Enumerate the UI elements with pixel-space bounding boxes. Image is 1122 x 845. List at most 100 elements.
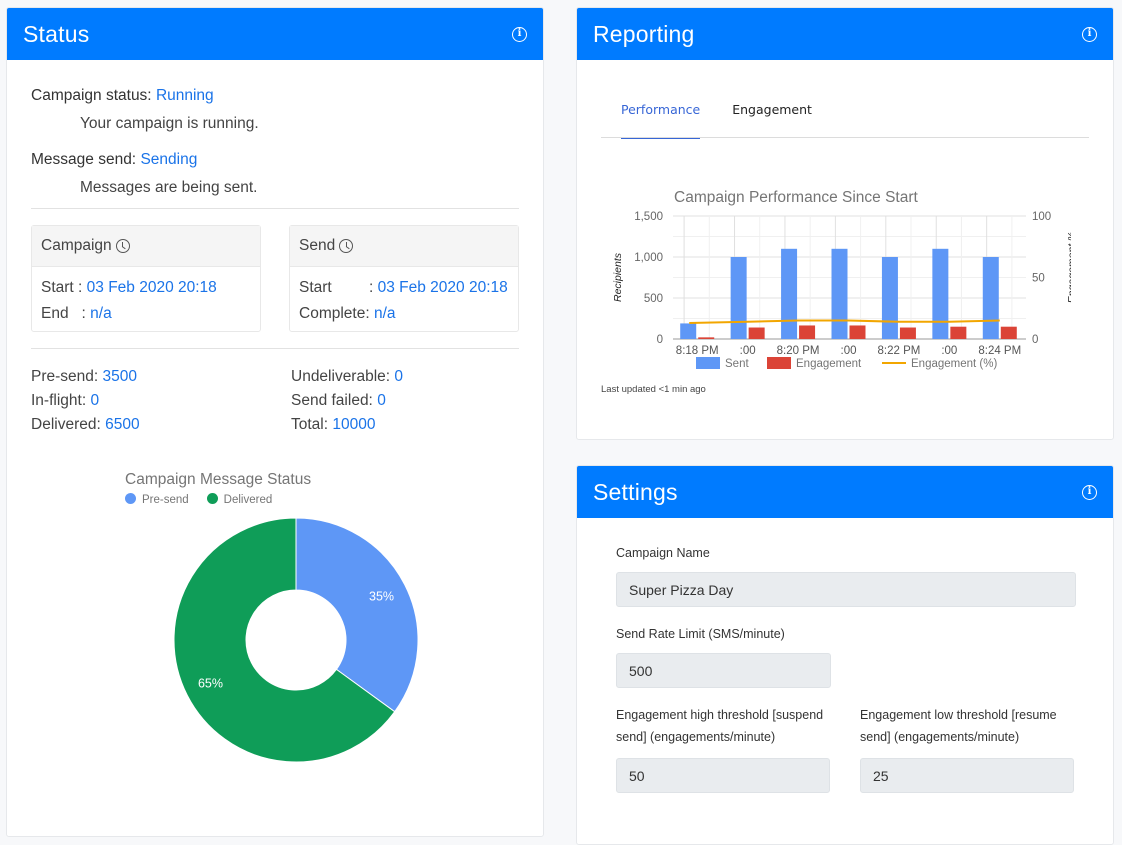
- send-start-value: 03 Feb 2020 20:18: [377, 279, 508, 296]
- campaign-time-box: Campaign Start : 03 Feb 2020 20:18 End :…: [31, 225, 261, 332]
- count-pre-send: Pre-send: 3500: [31, 368, 137, 385]
- legend-item-pre-send: Pre-send: [125, 493, 189, 506]
- bar-sent[interactable]: [982, 257, 999, 339]
- tab-performance[interactable]: Performance: [601, 86, 701, 139]
- campaign-end-value: n/a: [90, 305, 112, 322]
- campaign-status-desc: Your campaign is running.: [80, 115, 259, 132]
- donut-slice-pre-send[interactable]: [295, 517, 419, 713]
- x-tick-label: :00: [941, 345, 957, 357]
- donut-label: 35%: [369, 589, 394, 603]
- last-updated: Last updated <1 min ago: [601, 384, 706, 395]
- donut-legend: Pre-send Delivered: [125, 493, 272, 506]
- campaign-status-label: Campaign status:: [31, 87, 152, 104]
- y-right-tick-label: 50: [1032, 273, 1045, 285]
- message-send-value: Sending: [140, 151, 198, 168]
- campaign-name-input[interactable]: Super Pizza Day: [616, 572, 1076, 607]
- y-axis-label: Recipients: [612, 252, 624, 302]
- reporting-title: Reporting: [593, 20, 695, 47]
- send-rate-label: Send Rate Limit (SMS/minute): [616, 627, 785, 641]
- separator: :: [369, 279, 378, 296]
- legend-item-delivered: Delivered: [206, 493, 272, 506]
- campaign-box-title: Campaign: [41, 237, 112, 254]
- campaign-start-row: Start : 03 Feb 2020 20:18: [41, 275, 251, 301]
- reporting-card: Reporting i Performance Engagement Campa…: [576, 7, 1114, 440]
- high-threshold-label: Engagement high threshold [suspend send]…: [616, 708, 824, 744]
- bar-sent[interactable]: [881, 257, 898, 339]
- x-tick-label: :00: [841, 345, 857, 357]
- status-title: Status: [23, 20, 90, 47]
- bar-sent[interactable]: [730, 257, 747, 339]
- campaign-start-label: Start: [41, 279, 74, 296]
- bar-engagement[interactable]: [748, 327, 765, 339]
- clock-icon: [339, 239, 354, 253]
- performance-chart: Campaign Performance Since Start05001,00…: [612, 189, 1071, 370]
- x-tick-label: 8:20 PM: [777, 345, 820, 357]
- message-send-status: Message send: Sending: [31, 146, 519, 174]
- legend-label: Engagement: [796, 358, 862, 370]
- bar-engagement[interactable]: [799, 325, 816, 339]
- settings-header: Settings i: [577, 466, 1113, 518]
- reporting-tabs: Performance Engagement: [601, 86, 1089, 139]
- bar-sent[interactable]: [831, 248, 848, 339]
- message-counts: Pre-send: 3500 Undeliverable: 0 In-fligh…: [31, 349, 519, 437]
- y-tick-label: 500: [644, 293, 663, 305]
- count-in-flight: In-flight: 0: [31, 392, 100, 409]
- status-card: Status i Campaign status: Running Your c…: [6, 7, 544, 837]
- clock-icon: [115, 239, 130, 253]
- send-complete-label: Complete: [299, 305, 366, 322]
- high-threshold-input[interactable]: 50: [616, 758, 830, 793]
- y-tick-label: 1,000: [634, 252, 663, 264]
- campaign-start-value: 03 Feb 2020 20:18: [86, 279, 217, 296]
- count-send-failed: Send failed: 0: [291, 392, 386, 409]
- x-tick-label: 8:18 PM: [676, 345, 719, 357]
- bar-engagement[interactable]: [849, 325, 866, 339]
- info-icon[interactable]: i: [1082, 484, 1097, 500]
- campaign-end-label: End: [41, 305, 69, 322]
- legend-label: Sent: [725, 358, 749, 370]
- donut-label: 65%: [198, 677, 223, 691]
- tab-engagement[interactable]: Engagement: [732, 86, 832, 138]
- send-complete-value: n/a: [373, 305, 396, 322]
- legend-swatch: [767, 357, 791, 369]
- y-right-axis-label: Engagement %: [1066, 232, 1071, 304]
- count-undeliverable: Undeliverable: 0: [291, 368, 404, 385]
- legend-label: Engagement (%): [911, 358, 997, 370]
- chart-legend: Sent Engagement Engagement (%): [696, 357, 997, 370]
- separator: :: [68, 305, 91, 322]
- donut-title: Campaign Message Status: [125, 471, 312, 488]
- count-total: Total: 10000: [291, 416, 376, 433]
- campaign-status-value: Running: [155, 87, 214, 104]
- bar-engagement[interactable]: [1000, 326, 1017, 339]
- y-tick-label: 0: [657, 334, 663, 346]
- low-threshold-input[interactable]: 25: [860, 758, 1074, 793]
- message-send-desc: Messages are being sent.: [80, 179, 258, 196]
- bar-sent[interactable]: [781, 248, 798, 339]
- separator: :: [73, 279, 87, 296]
- y-right-tick-label: 100: [1032, 211, 1051, 223]
- bar-engagement[interactable]: [950, 326, 967, 339]
- info-icon[interactable]: i: [1082, 26, 1097, 42]
- low-threshold-label: Engagement low threshold [resume send] (…: [860, 708, 1057, 744]
- x-tick-label: :00: [740, 345, 756, 357]
- x-tick-label: 8:22 PM: [878, 345, 921, 357]
- send-rate-input[interactable]: 500: [616, 653, 831, 688]
- send-start-row: Start: 03 Feb 2020 20:18: [299, 275, 509, 301]
- reporting-header: Reporting i: [577, 8, 1113, 60]
- bar-sent[interactable]: [680, 323, 697, 339]
- y-right-tick-label: 0: [1032, 334, 1038, 346]
- send-time-box: Send Start: 03 Feb 2020 20:18 Complete: …: [289, 225, 519, 332]
- campaign-status: Campaign status: Running: [31, 82, 519, 110]
- bar-engagement[interactable]: [698, 337, 715, 339]
- legend-swatch: [696, 357, 720, 369]
- send-complete-row: Complete: n/a: [299, 301, 509, 327]
- y-tick-label: 1,500: [634, 211, 663, 223]
- campaign-end-row: End : n/a: [41, 301, 251, 327]
- bar-engagement[interactable]: [899, 327, 916, 339]
- message-status-chart: Campaign Message Status Pre-send Deliver…: [31, 437, 519, 777]
- bar-sent[interactable]: [932, 248, 949, 339]
- donut-chart: 35% 65%: [173, 517, 419, 763]
- info-icon[interactable]: i: [512, 26, 527, 42]
- campaign-name-label: Campaign Name: [616, 546, 710, 560]
- count-delivered: Delivered: 6500: [31, 416, 140, 433]
- separator: :: [365, 305, 374, 322]
